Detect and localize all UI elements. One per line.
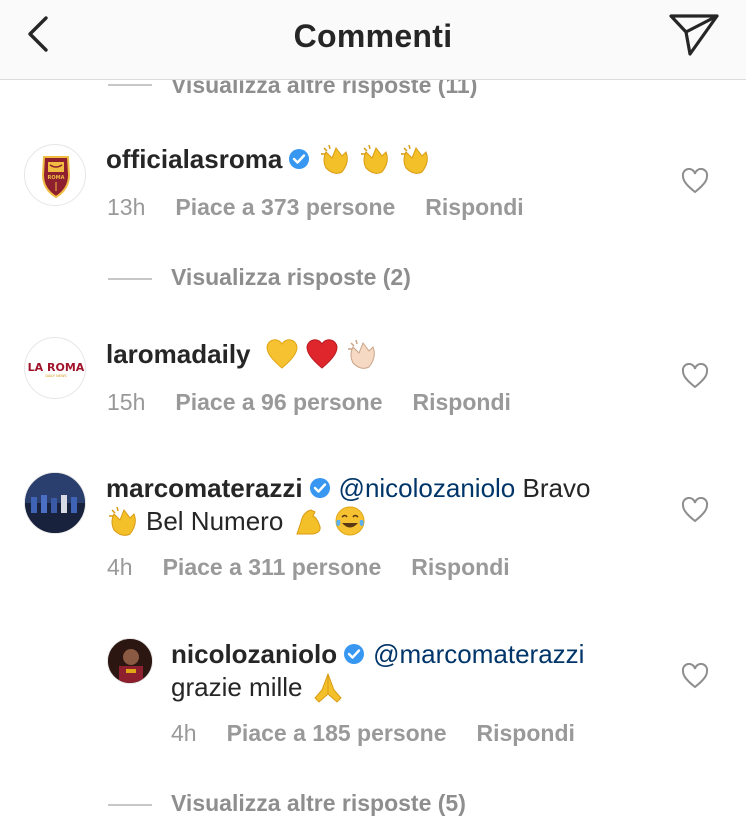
view-more-replies-text: Visualizza altre risposte (5): [171, 790, 466, 816]
paper-plane-icon[interactable]: [668, 12, 720, 58]
timestamp: 15h: [107, 389, 146, 415]
comment-text: laromadaily: [106, 337, 385, 371]
reply-button[interactable]: Rispondi: [413, 389, 511, 415]
username[interactable]: marcomaterazzi: [106, 473, 303, 503]
tears-of-joy-emoji: [335, 506, 365, 536]
avatar-officialasroma[interactable]: ROMA: [24, 144, 86, 206]
verified-badge-icon: [289, 149, 310, 169]
verified-badge-icon: [309, 478, 330, 498]
reply-button[interactable]: Rispondi: [425, 194, 523, 220]
divider-line: [108, 278, 152, 280]
clapping-hands-emoji: [361, 144, 389, 174]
comment-officialasroma: ROMA officialasroma 13h Piace a 373 perso…: [0, 140, 746, 230]
reply-body: grazie mille: [171, 672, 303, 702]
view-replies-link[interactable]: Visualizza risposte (2): [0, 262, 746, 296]
as-roma-crest-icon: ROMA: [41, 156, 71, 199]
timestamp: 13h: [107, 194, 146, 220]
username[interactable]: officialasroma: [106, 144, 282, 174]
reply-text-line-1: nicolozaniolo @marcomaterazzi: [171, 638, 584, 670]
la-roma-daily-logo: LA ROMA DAILY NEWS: [28, 361, 85, 378]
divider-line: [108, 804, 152, 806]
mention-link[interactable]: @marcomaterazzi: [373, 639, 584, 669]
likes-count[interactable]: Piace a 96 persone: [175, 389, 382, 415]
comment-meta: 13h Piace a 373 persone Rispondi: [107, 194, 554, 221]
likes-count[interactable]: Piace a 185 persone: [227, 720, 447, 746]
flexed-biceps-emoji: [296, 509, 321, 535]
mention-link[interactable]: @nicolozaniolo: [339, 473, 516, 503]
reply-button[interactable]: Rispondi: [477, 720, 575, 746]
username[interactable]: nicolozaniolo: [171, 639, 337, 669]
clapping-hands-emoji: [109, 506, 136, 536]
reply-nicolozaniolo: nicolozaniolo @marcomaterazzi grazie mill…: [0, 636, 746, 756]
heart-icon[interactable]: [681, 663, 709, 689]
page-title: Commenti: [293, 18, 453, 54]
folded-hands-emoji: [313, 672, 342, 703]
clapping-hands-emoji: [321, 144, 349, 174]
comment-text-line-1: marcomaterazzi @nicolozaniolo Bravo: [106, 472, 590, 504]
heart-icon[interactable]: [681, 363, 709, 389]
reply-meta: 4h Piace a 185 persone Rispondi: [171, 720, 605, 747]
comment-text-line-2: Bel Numero: [106, 504, 373, 538]
yellow-heart-emoji: [266, 339, 298, 369]
clapping-hands-emoji: [401, 144, 429, 174]
clapping-hands-light-emoji: [347, 339, 375, 369]
avatar-marcomaterazzi[interactable]: [24, 472, 86, 534]
heart-icon[interactable]: [681, 168, 709, 194]
avatar-laromadaily[interactable]: LA ROMA DAILY NEWS: [24, 337, 86, 399]
heart-icon[interactable]: [681, 497, 709, 523]
comment-meta: 15h Piace a 96 persone Rispondi: [107, 389, 541, 416]
username[interactable]: laromadaily: [106, 339, 251, 369]
comment-laromadaily: LA ROMA DAILY NEWS laromadaily 15h Piace …: [0, 335, 746, 425]
reply-text-line-2: grazie mille: [171, 670, 351, 704]
header-bar: Commenti: [0, 0, 746, 80]
team-photo-avatar: [25, 473, 85, 533]
verified-badge-icon: [344, 644, 365, 664]
comment-body-2: Bel Numero: [146, 506, 284, 536]
comment-marcomaterazzi: marcomaterazzi @nicolozaniolo Bravo Bel N…: [0, 470, 746, 590]
timestamp: 4h: [107, 554, 133, 580]
player-photo-avatar: [108, 639, 152, 683]
reply-button[interactable]: Rispondi: [411, 554, 509, 580]
red-heart-emoji: [306, 339, 338, 369]
logo-subtext: DAILY NEWS: [45, 374, 67, 378]
crest-label: ROMA: [48, 175, 65, 181]
comment-body: Bravo: [522, 473, 591, 503]
timestamp: 4h: [171, 720, 197, 746]
view-replies-text: Visualizza risposte (2): [171, 264, 411, 290]
divider-line: [108, 84, 152, 86]
view-more-replies-link[interactable]: Visualizza altre risposte (5): [0, 788, 746, 816]
likes-count[interactable]: Piace a 311 persone: [163, 554, 382, 580]
likes-count[interactable]: Piace a 373 persone: [175, 194, 395, 220]
comment-meta: 4h Piace a 311 persone Rispondi: [107, 554, 540, 581]
comment-text: officialasroma: [106, 142, 438, 176]
logo-text: LA ROMA: [28, 361, 85, 374]
avatar-nicolozaniolo[interactable]: [107, 638, 153, 684]
